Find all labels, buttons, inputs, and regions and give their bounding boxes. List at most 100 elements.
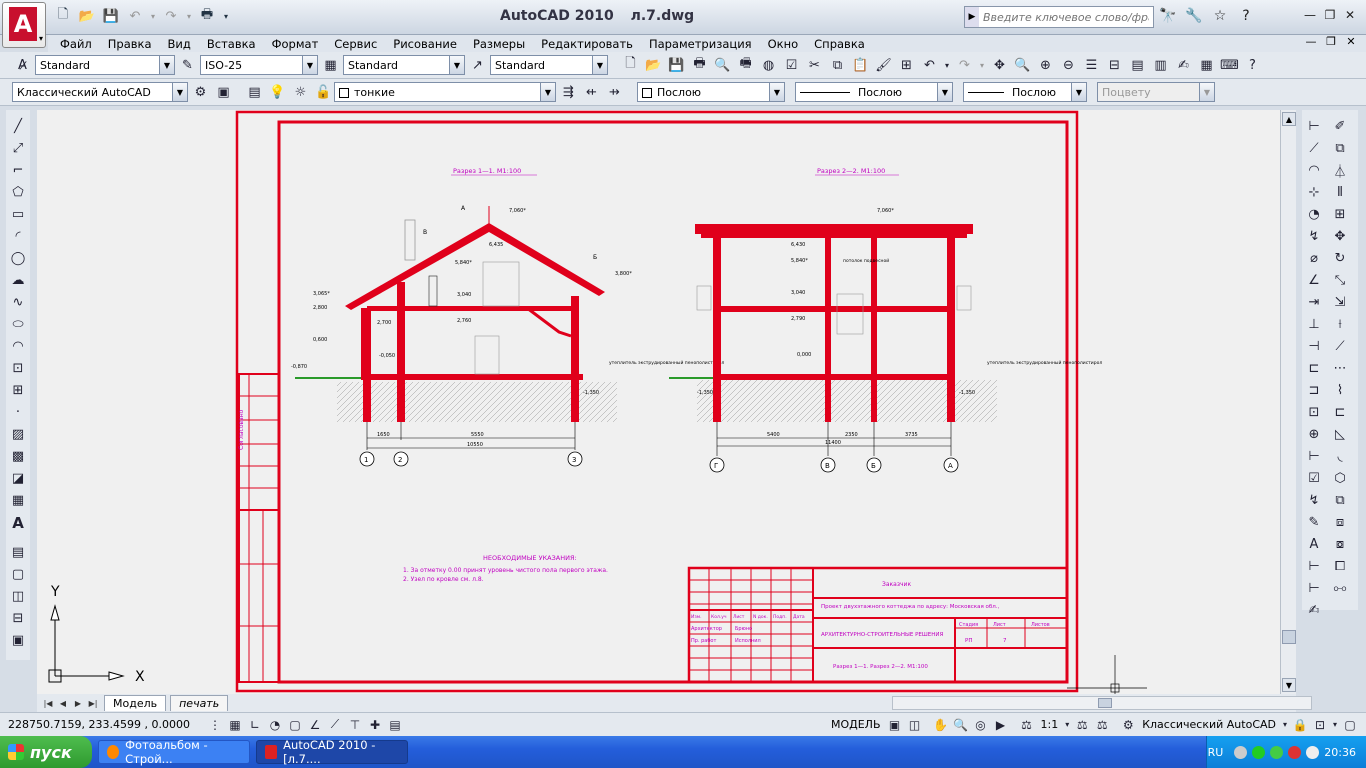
fillet-icon[interactable]: ◟ [1330, 446, 1350, 467]
tool-palettes-icon[interactable]: ▤ [1127, 55, 1148, 76]
doc-restore-icon[interactable]: ❐ [1324, 35, 1338, 48]
menu-view[interactable]: Вид [160, 37, 199, 51]
send-under-icon[interactable]: ⧟ [1330, 578, 1350, 599]
undo-icon[interactable]: ↶ [919, 55, 940, 76]
antivirus-icon[interactable] [1270, 745, 1284, 759]
tolerance-icon[interactable]: ⊡ [1304, 402, 1324, 423]
lineweight-select[interactable]: Послою ▼ [963, 82, 1087, 102]
ellipse-icon[interactable]: ⬭ [8, 314, 28, 335]
dynamic-ucs-icon[interactable]: ⟋ [325, 715, 345, 735]
object-snap-icon[interactable]: ▢ [285, 715, 305, 735]
xref-icon[interactable]: ⊟ [8, 608, 28, 629]
chevron-down-icon[interactable]: ▾ [1280, 715, 1290, 735]
layout-icon[interactable]: ▢ [8, 564, 28, 585]
workspace-switch-icon[interactable]: ⚙ [1118, 715, 1138, 735]
mleader-style-select[interactable]: Standard ▼ [490, 55, 608, 75]
ortho-mode-icon[interactable]: ∟ [245, 715, 265, 735]
redo-dropdown-icon[interactable]: ▾ [184, 6, 194, 26]
chamfer-icon[interactable]: ◺ [1330, 424, 1350, 445]
menu-dimension[interactable]: Размеры [465, 37, 533, 51]
snap-mode-icon[interactable]: ⋮ [205, 715, 225, 735]
menu-parametric[interactable]: Параметризация [641, 37, 760, 51]
application-menu-button[interactable]: A ▾ [2, 2, 46, 48]
network-icon[interactable] [1252, 745, 1266, 759]
restore-icon[interactable]: ❐ [1322, 7, 1338, 23]
new-icon[interactable]: 🗋 [620, 55, 641, 76]
dim-override-icon[interactable]: ⊢ [1304, 578, 1324, 599]
redo-icon[interactable]: ↷ [160, 6, 182, 26]
insert-block-icon[interactable]: ⊡ [8, 358, 28, 379]
menu-draw[interactable]: Рисование [385, 37, 465, 51]
make-block-icon[interactable]: ⊞ [8, 380, 28, 401]
horizontal-scrollbar[interactable] [892, 696, 1312, 710]
vertical-scroll-thumb[interactable] [1282, 630, 1296, 644]
zoom-window-icon[interactable]: ⊕ [1035, 55, 1056, 76]
menu-edit[interactable]: Правка [100, 37, 160, 51]
table-icon[interactable]: ▦ [8, 490, 28, 511]
polyline-icon[interactable]: ⌐ [8, 160, 28, 181]
minimize-icon[interactable]: — [1302, 7, 1318, 23]
dynamic-input-icon[interactable]: ⊤ [345, 715, 365, 735]
open-icon[interactable]: 📂 [76, 6, 98, 26]
copy-object-icon[interactable]: ⧉ [1330, 138, 1350, 159]
erase-icon[interactable]: ✐ [1330, 116, 1350, 137]
pan-icon[interactable]: ✋ [931, 715, 951, 735]
mleader-style-icon[interactable]: ↗ [467, 55, 488, 76]
gear-icon[interactable]: ⚙ [190, 82, 211, 103]
jogged-linear-icon[interactable]: ☑ [1304, 468, 1324, 489]
hatch-icon[interactable]: ▨ [8, 424, 28, 445]
extend-icon[interactable]: ⟋ [1330, 336, 1350, 357]
help-icon[interactable]: ? [1236, 6, 1256, 26]
cut-icon[interactable]: ✂ [804, 55, 825, 76]
spline-icon[interactable]: ∿ [8, 292, 28, 313]
back-arrow-icon[interactable] [1234, 745, 1248, 759]
zoom-realtime-icon[interactable]: 🔍 [1012, 55, 1033, 76]
explode-icon[interactable]: ⬡ [1330, 468, 1350, 489]
dim-jogged-icon[interactable]: ↯ [1304, 226, 1324, 247]
drawing-area[interactable]: Согласовано Разрез 1—1. М1:100 1 2 3 165… [37, 110, 1280, 694]
print-icon[interactable]: 🖶 [196, 6, 218, 26]
tab-model[interactable]: Модель [104, 695, 167, 711]
circle-icon[interactable]: ◯ [8, 248, 28, 269]
redo-icon[interactable]: ↷ [954, 55, 975, 76]
dim-radius-icon[interactable]: ◔ [1304, 204, 1324, 225]
favorites-star-icon[interactable]: ☆ [1210, 6, 1230, 26]
inspect-icon[interactable]: ⊢ [1304, 446, 1324, 467]
bring-above-icon[interactable]: ⧠ [1330, 556, 1350, 577]
binoculars-icon[interactable]: 🔭 [1158, 6, 1178, 26]
trim-icon[interactable]: ⟊ [1330, 314, 1350, 335]
horizontal-scroll-thumb[interactable] [1098, 698, 1112, 708]
dim-baseline-icon[interactable]: ⊥ [1304, 314, 1324, 335]
join-icon[interactable]: ⊏ [1330, 402, 1350, 423]
offset-icon[interactable]: ⫴ [1330, 182, 1350, 203]
help-icon[interactable]: ? [1242, 55, 1263, 76]
layer-state-icon[interactable]: ⇸ [604, 82, 625, 103]
undo-icon[interactable]: ↶ [124, 6, 146, 26]
ellipse-arc-icon[interactable]: ◠ [8, 336, 28, 357]
color-select[interactable]: Послою ▼ [637, 82, 785, 102]
center-mark-icon[interactable]: ⊕ [1304, 424, 1324, 445]
zoom-icon[interactable]: 🔍 [951, 715, 971, 735]
rotate-icon[interactable]: ↻ [1330, 248, 1350, 269]
point-icon[interactable]: · [8, 402, 28, 423]
tools-icon[interactable]: 🔧 [1184, 6, 1204, 26]
sheet-set-icon[interactable]: ☑ [781, 55, 802, 76]
object-snap-tracking-icon[interactable]: ∠ [305, 715, 325, 735]
annotation-scale-value[interactable]: 1:1 [1037, 718, 1063, 731]
chevron-down-icon[interactable]: ▾ [1062, 715, 1072, 735]
region-icon[interactable]: ◪ [8, 468, 28, 489]
send-back-icon[interactable]: ⧇ [1330, 534, 1350, 555]
volume-icon[interactable] [1306, 745, 1320, 759]
dim-update-icon[interactable]: A [1304, 534, 1324, 555]
coordinates-readout[interactable]: 228750.7159, 233.4599 , 0.0000 [0, 718, 205, 731]
plot-icon[interactable]: 🖶 [689, 55, 710, 76]
properties-icon[interactable]: ☰ [1081, 55, 1102, 76]
break-point-icon[interactable]: ⋯ [1330, 358, 1350, 379]
menu-file[interactable]: Файл [52, 37, 100, 51]
workspace-status-value[interactable]: Классический AutoCAD [1138, 718, 1280, 731]
redo-dropdown-icon[interactable]: ▾ [977, 55, 987, 76]
dim-style-icon[interactable]: ✍ [1304, 600, 1324, 621]
construction-line-icon[interactable]: ⤢ [8, 138, 28, 159]
open-icon[interactable]: 📂 [643, 55, 664, 76]
table-style-icon[interactable]: ▦ [320, 55, 341, 76]
